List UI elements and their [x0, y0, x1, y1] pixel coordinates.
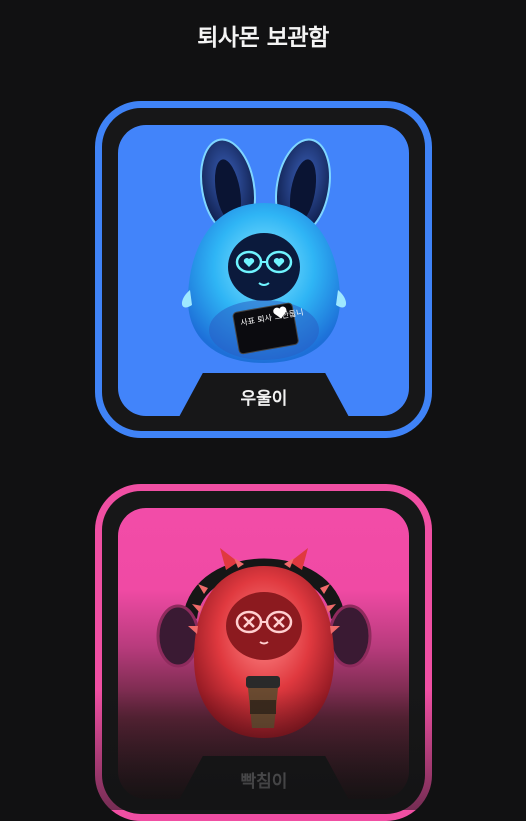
character-card-wooul[interactable]: 사표 퇴사 그만둡니 우울이	[95, 101, 432, 438]
character-name-tab: 빡침이	[179, 756, 349, 799]
character-card-background: 빡침이	[118, 508, 409, 799]
character-card-ppakchim[interactable]: 빡침이	[95, 484, 432, 821]
red-devil-headphones-character-icon	[156, 548, 372, 738]
character-card-background: 사표 퇴사 그만둡니 우울이	[118, 125, 409, 416]
character-name: 우울이	[240, 389, 288, 409]
character-name-tab: 우울이	[179, 373, 349, 416]
page-title: 퇴사몬 보관함	[197, 25, 329, 51]
character-name: 빡침이	[240, 772, 288, 792]
blue-bunny-character-icon: 사표 퇴사 그만둡니	[181, 138, 347, 363]
